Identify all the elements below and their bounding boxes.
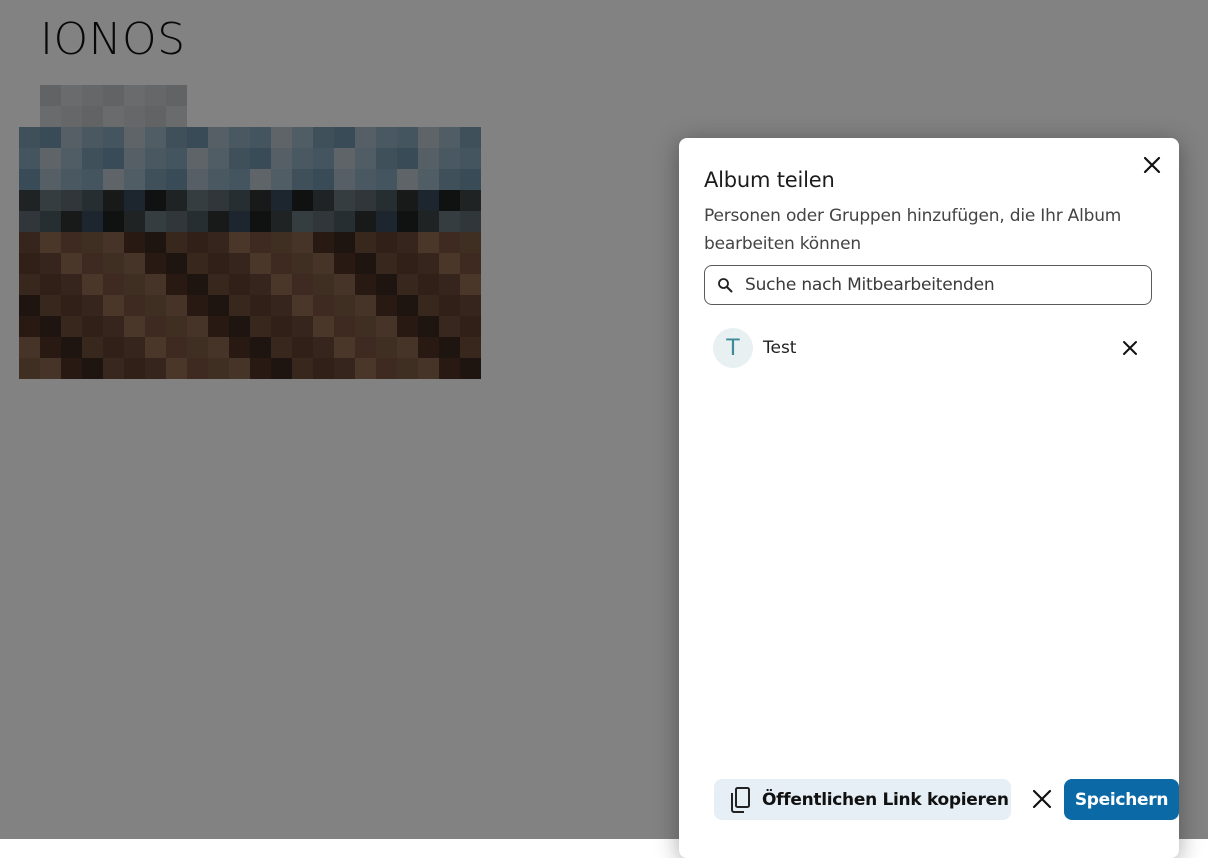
copy-public-link-label: Öffentlichen Link kopieren (762, 789, 1009, 810)
save-button[interactable]: Speichern (1064, 779, 1179, 820)
member-row: T Test (713, 328, 1143, 368)
close-icon (1123, 341, 1137, 355)
dialog-title: Album teilen (704, 168, 835, 192)
dialog-description: Personen oder Gruppen hinzufügen, die Ih… (704, 206, 1122, 254)
avatar: T (713, 328, 753, 368)
close-icon (1143, 156, 1161, 174)
member-name: Test (763, 338, 797, 358)
cancel-button[interactable] (1029, 786, 1055, 812)
copy-public-link-button[interactable]: Öffentlichen Link kopieren (714, 779, 1011, 820)
share-album-dialog: Album teilen Personen oder Gruppen hinzu… (679, 138, 1179, 858)
close-icon (1032, 789, 1052, 809)
collaborator-search-input[interactable] (745, 275, 1135, 295)
collaborator-search[interactable] (704, 265, 1152, 305)
copy-icon (726, 786, 754, 814)
search-icon (705, 277, 745, 293)
dialog-close-button[interactable] (1139, 152, 1165, 178)
remove-member-button[interactable] (1117, 335, 1143, 361)
